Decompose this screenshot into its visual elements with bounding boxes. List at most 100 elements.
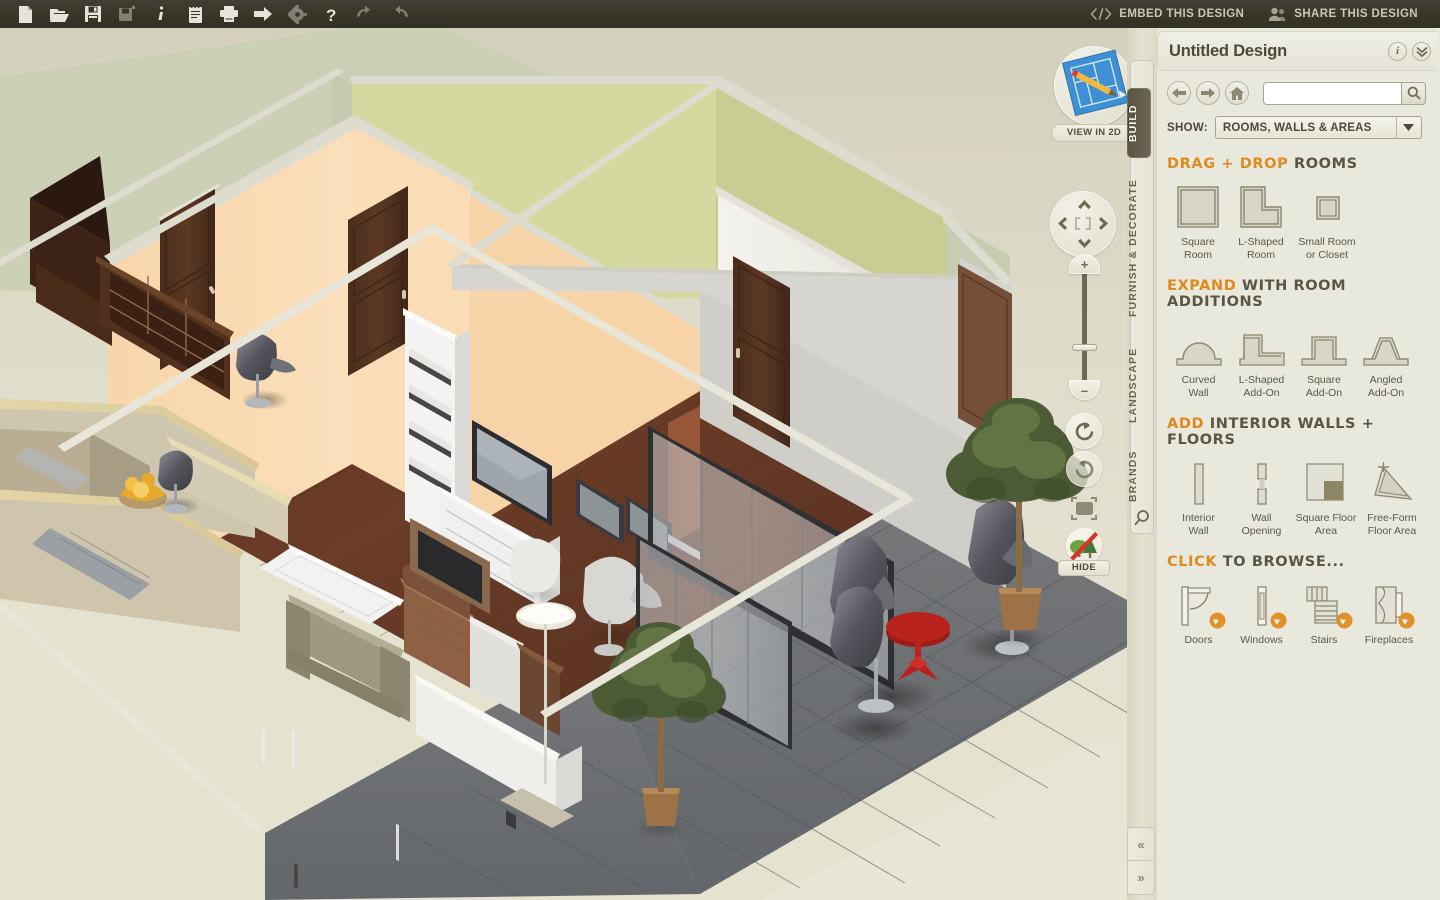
curved-wall-icon	[1167, 319, 1230, 369]
new-file-icon[interactable]	[8, 0, 42, 28]
tool-windows-caption: Windows	[1240, 634, 1283, 646]
chevron-down-icon[interactable]	[1395, 117, 1421, 138]
help-icon[interactable]: ?	[314, 0, 348, 28]
code-brackets-icon	[1090, 8, 1112, 20]
items-expand-room-additions: Curved Wall L-Shaped Add-On Square Add-O…	[1167, 319, 1430, 399]
notes-icon[interactable]	[178, 0, 212, 28]
magnifier-icon[interactable]	[1131, 508, 1153, 535]
tool-angled-add-on[interactable]: Angled Add-On	[1355, 319, 1417, 399]
open-folder-icon[interactable]	[42, 0, 76, 28]
pan-left-arrow[interactable]	[1058, 217, 1067, 233]
section-title-highlight: EXPAND	[1167, 278, 1237, 294]
show-filter-value: ROOMS, WALLS & AREAS	[1222, 121, 1372, 134]
top-toolbar: ? EMBED THIS DESIGN SHARE THIS DESIGN	[0, 0, 1440, 28]
settings-gear-icon[interactable]	[280, 0, 314, 28]
floorplan-3d-render	[0, 28, 1155, 900]
tool-square-floor-area[interactable]: Square Floor Area	[1293, 457, 1359, 537]
fireplaces-icon	[1355, 579, 1423, 629]
center-view-icon[interactable]	[1074, 217, 1092, 233]
doors-icon	[1167, 579, 1230, 629]
interior-wall-icon	[1167, 457, 1230, 507]
tool-stairs[interactable]: Stairs	[1293, 579, 1355, 647]
tool-free-form-floor-area-caption: Free-Form Floor Area	[1367, 512, 1417, 537]
share-people-icon	[1268, 7, 1287, 22]
tool-free-form-floor-area[interactable]: Free-Form Floor Area	[1359, 457, 1425, 537]
zoom-slider-handle[interactable]	[1072, 344, 1097, 351]
tool-l-shaped-add-on[interactable]: L-Shaped Add-On	[1230, 319, 1293, 399]
collapse-next-button[interactable]: »	[1128, 861, 1154, 894]
panel-collapse-button[interactable]	[1412, 41, 1431, 61]
save-icon[interactable]	[76, 0, 110, 28]
tool-square-room[interactable]: Square Room	[1167, 181, 1229, 261]
nav-home-button[interactable]	[1225, 81, 1249, 105]
fullscreen-toggle-button[interactable]	[1068, 494, 1100, 524]
tool-square-add-on[interactable]: Square Add-On	[1293, 319, 1355, 399]
tool-small-room-caption: Small Room or Closet	[1298, 236, 1356, 261]
pan-down-arrow[interactable]	[1078, 236, 1091, 251]
tool-fireplaces[interactable]: Fireplaces	[1355, 579, 1423, 647]
viewport-nav-controls: VIEW IN 2D + – HIDE	[1050, 46, 1137, 576]
angled-add-on-icon	[1355, 319, 1417, 369]
rail-tab-landscape[interactable]: LANDSCAPE	[1127, 333, 1151, 438]
view-in-2d-button[interactable]: VIEW IN 2D	[1051, 46, 1137, 142]
tool-square-add-on-caption: Square Add-On	[1305, 374, 1343, 399]
design-viewport-3d[interactable]: VIEW IN 2D + – HIDE	[0, 28, 1155, 900]
l-shaped-room-icon	[1229, 181, 1293, 231]
tool-square-room-caption: Square Room	[1181, 236, 1215, 261]
wall-opening-icon	[1230, 457, 1293, 507]
section-title-add: ADD INTERIOR WALLS + FLOORS	[1167, 416, 1430, 448]
rail-tab-build[interactable]: BUILD	[1127, 88, 1151, 158]
tool-l-shaped-room[interactable]: L-Shaped Room	[1229, 181, 1293, 261]
share-design-button[interactable]: SHARE THIS DESIGN	[1256, 0, 1430, 28]
show-filter-row: SHOW: ROOMS, WALLS & AREAS	[1157, 105, 1440, 139]
info-icon[interactable]	[144, 0, 178, 28]
square-add-on-icon	[1293, 319, 1355, 369]
section-title-drag-drop-rooms: DRAG + DROP ROOMS	[1167, 156, 1430, 172]
pan-right-arrow[interactable]	[1099, 217, 1108, 233]
tool-doors[interactable]: Doors	[1167, 579, 1230, 647]
embed-design-button[interactable]: EMBED THIS DESIGN	[1078, 0, 1256, 28]
collapse-prev-button[interactable]: «	[1128, 828, 1154, 861]
hide-landscape-toggle-button[interactable]	[1066, 528, 1102, 564]
tool-l-shaped-room-caption: L-Shaped Room	[1238, 236, 1284, 261]
tool-small-room-or-closet[interactable]: Small Room or Closet	[1293, 181, 1361, 261]
panel-search-button[interactable]	[1401, 81, 1426, 105]
tool-wall-opening[interactable]: Wall Opening	[1230, 457, 1293, 537]
windows-icon	[1230, 579, 1293, 629]
section-title-expand: EXPAND WITH ROOM ADDITIONS	[1167, 278, 1430, 310]
items-click-to-browse: Doors Windows Stairs Fireplaces	[1167, 579, 1430, 647]
section-add-interior-walls-floors: ADD INTERIOR WALLS + FLOORS Interior Wal…	[1157, 399, 1440, 537]
export-icon[interactable]	[246, 0, 280, 28]
tool-windows[interactable]: Windows	[1230, 579, 1293, 647]
show-label: SHOW:	[1167, 121, 1208, 134]
panel-info-button[interactable]: i	[1388, 41, 1407, 61]
items-add-interior-walls-floors: Interior Wall Wall Opening Square Floor …	[1167, 457, 1430, 537]
mode-tab-rail: BUILD FURNISH & DECORATE LANDSCAPE BRAND…	[1127, 28, 1157, 900]
panel-header: Untitled Design i	[1157, 31, 1437, 71]
print-icon[interactable]	[212, 0, 246, 28]
panel-search-input[interactable]	[1264, 82, 1398, 104]
section-title-rest: TO BROWSE...	[1217, 554, 1345, 570]
save-as-icon[interactable]	[110, 0, 144, 28]
pan-up-arrow[interactable]	[1078, 197, 1091, 212]
zoom-slider-track[interactable]	[1082, 257, 1087, 399]
small-room-icon	[1293, 181, 1361, 231]
redo-icon[interactable]	[382, 0, 416, 28]
rail-tab-furnish-decorate[interactable]: FURNISH & DECORATE	[1127, 168, 1151, 328]
show-filter-select[interactable]: ROOMS, WALLS & AREAS	[1214, 116, 1422, 139]
tool-interior-wall[interactable]: Interior Wall	[1167, 457, 1230, 537]
free-form-floor-area-icon	[1359, 457, 1425, 507]
panel-search-box[interactable]	[1263, 81, 1426, 105]
panel-collapse-controls: « »	[1127, 827, 1155, 895]
nav-back-button[interactable]	[1167, 81, 1191, 105]
rotate-clockwise-button[interactable]	[1066, 451, 1102, 487]
pan-directional-pad[interactable]	[1050, 191, 1116, 257]
toolbar-links: EMBED THIS DESIGN SHARE THIS DESIGN	[1078, 0, 1440, 28]
svg-text:?: ?	[326, 6, 336, 24]
undo-icon[interactable]	[348, 0, 382, 28]
rotate-counterclockwise-button[interactable]	[1066, 413, 1102, 449]
nav-forward-button[interactable]	[1196, 81, 1220, 105]
tool-curved-wall[interactable]: Curved Wall	[1167, 319, 1230, 399]
rail-tab-brands[interactable]: BRANDS	[1127, 440, 1151, 512]
embed-design-label: EMBED THIS DESIGN	[1119, 8, 1245, 20]
